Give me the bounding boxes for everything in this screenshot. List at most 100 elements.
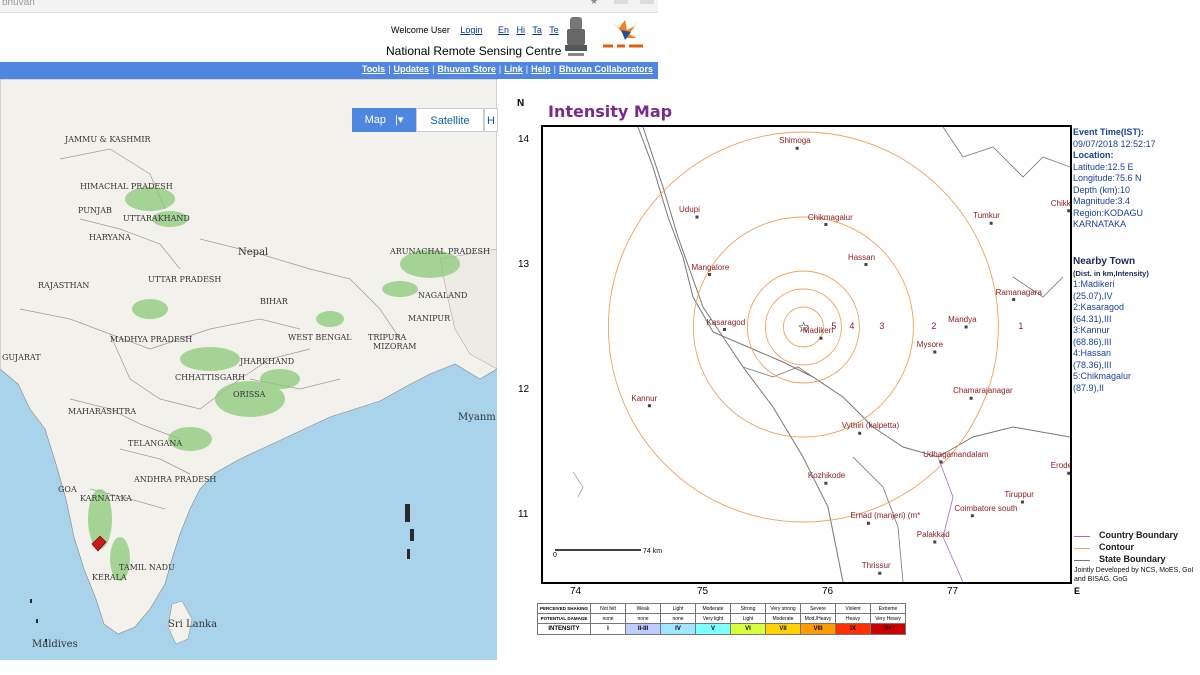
- nearby-item: (78.36),III: [1073, 359, 1112, 370]
- scale-cell: Light: [660, 603, 696, 614]
- window-button[interactable]: [640, 0, 654, 4]
- nav-tools[interactable]: Tools: [362, 64, 385, 74]
- browser-url-bar[interactable]: bhuvan ★: [0, 0, 658, 13]
- nav-updates[interactable]: Updates: [394, 64, 430, 74]
- ring-label: 3: [879, 321, 885, 331]
- tab-satellite[interactable]: Satellite: [416, 108, 484, 132]
- nearby-item: 4:Hassan: [1073, 348, 1112, 358]
- town-label: Kasaragod: [706, 317, 746, 327]
- map-place-label: Maldives: [32, 639, 78, 650]
- scale-cell: Weak: [625, 603, 661, 614]
- scale-cell: Moderate: [695, 603, 731, 614]
- scale-cell: V: [695, 623, 731, 635]
- nav-link[interactable]: Link: [504, 64, 523, 74]
- town-marker: [878, 571, 882, 575]
- scale-cell: VII: [765, 623, 801, 635]
- town-label: Udupi: [678, 205, 700, 214]
- town-marker: [723, 328, 727, 331]
- nearby-item: 5:Chikmagalur: [1073, 371, 1132, 381]
- tab-map-label: Map: [364, 114, 386, 126]
- window-button[interactable]: [614, 0, 628, 4]
- nav-bhuvan-store[interactable]: Bhuvan Store: [437, 64, 496, 74]
- nearby-item: (25.07),IV: [1073, 290, 1113, 301]
- town-marker: [866, 521, 870, 525]
- town-marker: [1012, 298, 1016, 301]
- x-tick: 74: [570, 586, 582, 597]
- scale-cell: none: [625, 613, 661, 624]
- scale-row-header: PERCEIVED SHAKING: [537, 603, 591, 614]
- intensity-scale-table: PERCEIVED SHAKING Not felt Weak Light Modera…: [537, 603, 906, 635]
- map-place-label: GOA: [58, 485, 77, 494]
- scale-cell: none: [660, 613, 696, 624]
- town-label: Vythiri (kalpetta): [841, 421, 900, 431]
- map-place-label: JAMMU & KASHMIR: [65, 135, 151, 144]
- nav-help[interactable]: Help: [531, 64, 551, 74]
- scale-cell: Very light: [695, 613, 731, 624]
- lang-ta[interactable]: Ta: [532, 25, 542, 35]
- map-place-label: HIMACHAL PRADESH: [80, 182, 173, 191]
- map-place-label: Myanm: [458, 412, 496, 423]
- town-label: Coimbatore south: [954, 503, 1018, 513]
- map-legend: Country Boundary Contour State Boundary: [1074, 530, 1200, 566]
- welcome-bar: Welcome User Login: [391, 25, 490, 35]
- lang-en[interactable]: En: [498, 25, 509, 35]
- town-marker: [647, 404, 651, 408]
- scale-cell: VI: [730, 623, 766, 635]
- credits: Jointly Developed by NCS, MoES, GoI and …: [1074, 567, 1194, 583]
- map-place-label: MIZORAM: [373, 342, 417, 351]
- event-info-panel: Event Time(IST): 09/07/2018 12:52:17 Loc…: [1073, 127, 1200, 231]
- tab-hybrid[interactable]: H: [484, 108, 498, 132]
- town-label: Madikeri: [802, 326, 834, 336]
- town-marker: [819, 336, 823, 340]
- ring-label: 5: [831, 321, 837, 331]
- map-place-label: TAMIL NADU: [119, 563, 175, 572]
- map-place-label: MADHYA PRADESH: [110, 335, 193, 344]
- star-icon[interactable]: ★: [590, 0, 598, 7]
- town-label: Chikkaballapur: [1050, 198, 1071, 208]
- region: Region:KODAGU: [1073, 207, 1144, 218]
- location-label: Location:: [1073, 150, 1114, 160]
- scale-cell: Violent: [835, 603, 871, 614]
- map-place-label: ORISSA: [233, 390, 266, 399]
- town-label: Udhagamandalam: [923, 450, 989, 459]
- town-marker: [824, 481, 828, 485]
- town-marker: [1067, 471, 1070, 475]
- map-place-label: KARNATAKA: [80, 494, 132, 503]
- scale-row-intensity: INTENSITY I II-III IV V VI VII VIII IX X+: [537, 623, 906, 635]
- magnitude: Magnitude:3.4: [1073, 196, 1131, 206]
- nearby-title: Nearby Town: [1073, 256, 1136, 267]
- longitude: Longitude:75.6 N: [1073, 173, 1142, 183]
- map-place-label: ARUNACHAL PRADESH: [390, 247, 490, 256]
- map-place-label: RAJASTHAN: [38, 281, 90, 290]
- map-place-label: Nepal: [238, 247, 269, 258]
- intensity-plot[interactable]: ☆ 0 74 km Shimoga Udupi Chikkaballapur Chik…: [541, 125, 1072, 584]
- town-label: Chamarajanagar: [953, 386, 1013, 396]
- town-label: Chikmagalur: [807, 212, 853, 222]
- town-label: Kozhikode: [807, 471, 846, 481]
- tab-map[interactable]: Map |▾: [352, 108, 416, 132]
- legend-contour-line: [1074, 548, 1090, 549]
- scale-cell: X+: [870, 623, 906, 635]
- scale-cell: Extreme: [870, 603, 906, 614]
- legend-state-text: State Boundary: [1099, 554, 1166, 564]
- scale-cell: Mod./Heavy: [800, 613, 836, 624]
- map-place-label: MAHARASHTRA: [68, 407, 137, 416]
- town-marker: [964, 325, 968, 329]
- town-marker: [970, 514, 974, 518]
- lang-te[interactable]: Te: [549, 25, 559, 35]
- scale-cell: Not felt: [590, 603, 626, 614]
- town-marker: [858, 431, 862, 435]
- nav-bhuvan-collaborators[interactable]: Bhuvan Collaborators: [559, 64, 653, 74]
- legend-contour: Contour: [1074, 542, 1200, 554]
- india-map[interactable]: JAMMU & KASHMIR HIMACHAL PRADESH PUNJAB …: [0, 79, 497, 660]
- map-place-label: JHARKHAND: [240, 357, 295, 366]
- map-place-label: PUNJAB: [78, 206, 112, 215]
- town-label: Tiruppur: [1004, 490, 1034, 499]
- login-link[interactable]: Login: [460, 25, 482, 35]
- town-label: Mandya: [948, 315, 977, 324]
- event-time: 09/07/2018 12:52:17: [1073, 138, 1156, 149]
- scale-row-header: POTENTIAL DAMAGE: [537, 613, 591, 624]
- lang-hi[interactable]: Hi: [517, 25, 526, 35]
- legend-state-line: [1074, 560, 1090, 561]
- town-label: Erode: [1050, 461, 1072, 471]
